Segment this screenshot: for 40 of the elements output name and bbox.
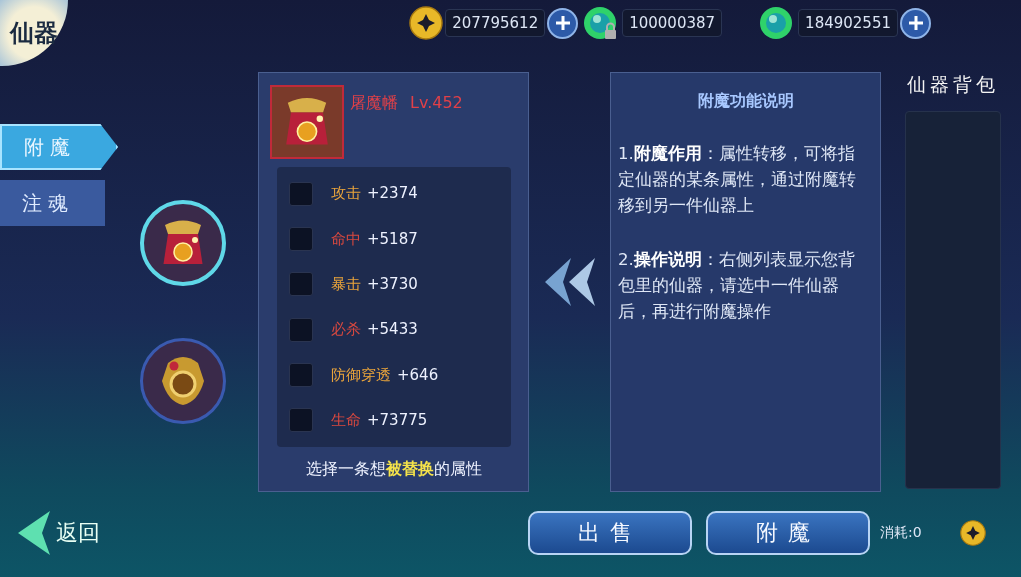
attribute-checkbox[interactable] [289,227,313,251]
attribute-name: 必杀 [331,319,361,341]
attribute-value: +2374 [367,183,418,205]
attribute-name: 攻击 [331,183,361,205]
add-button[interactable] [547,7,579,39]
screen-title: 仙器 [9,20,59,46]
action-button[interactable]: 附魔 [706,510,870,555]
side-tab[interactable]: 注魂 [0,180,105,226]
attribute-value: +73775 [367,410,428,432]
attribute-checkbox[interactable] [289,272,313,297]
action-button[interactable]: 出售 [528,510,692,555]
attribute-name: 生命 [331,410,361,432]
attribute-checkbox[interactable] [289,181,313,206]
attribute-name: 命中 [331,228,361,250]
attribute-value: +3730 [367,274,418,296]
description-paragraph: 2.操作说明：右侧列表显示您背包里的仙器，请选中一件仙器后，再进行附魔操作 [618,249,856,323]
selection-hint: 选择一条想被替换的属性 [304,458,483,480]
item-name: 屠魔幡 [350,92,398,114]
attribute-checkbox[interactable] [289,408,313,433]
attribute-value: +5433 [367,319,418,341]
attribute-checkbox[interactable] [289,317,313,342]
attribute-value: +646 [397,364,439,386]
currency-amount: 207795612 [445,9,546,37]
attribute-value: +5187 [367,228,418,250]
description-title: 附魔功能说明 [696,90,795,112]
attribute-name: 暴击 [331,274,361,296]
attribute-name: 防御穿透 [331,364,391,386]
item-level: Lv.452 [410,92,463,114]
bag-title: 仙器背包 [907,72,999,97]
back-button[interactable]: 返回 [16,508,100,557]
attribute-checkbox[interactable] [289,362,313,387]
currency-amount: 184902551 [798,9,898,37]
coin-icon [959,519,986,546]
coin-icon [409,6,444,40]
add-button[interactable] [900,7,931,39]
cost-label: 消耗:0 [880,523,922,542]
currency-amount: 100000387 [622,9,723,37]
plus-icon [554,15,571,31]
plus-icon [907,15,924,31]
description-paragraph: 1.附魔作用：属性转移，可将指定仙器的某条属性，通过附魔转移到另一件仙器上 [618,143,857,217]
